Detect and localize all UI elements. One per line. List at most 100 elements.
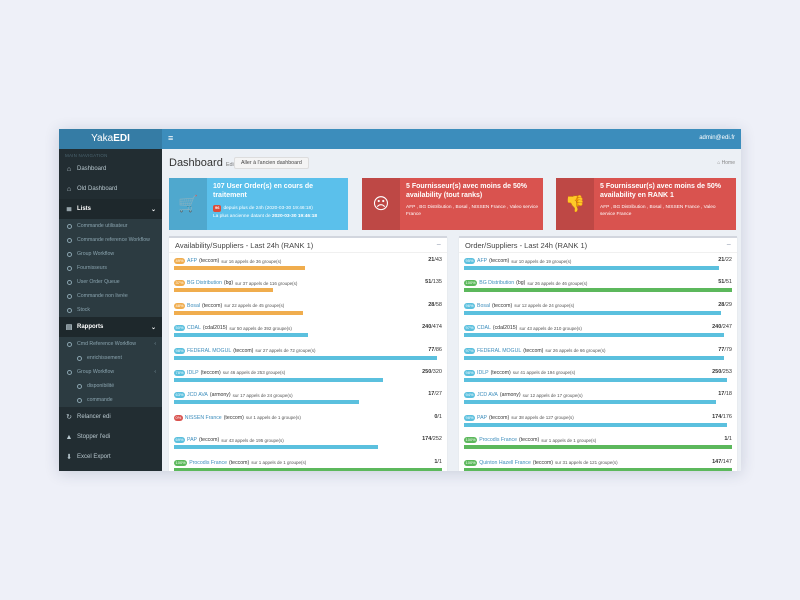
logo-text-light: Yaka [91, 133, 114, 144]
info-box-user-orders[interactable]: 🛒 107 User Order(s) en cours de traiteme… [169, 178, 348, 230]
home-icon: ⌂ [717, 160, 721, 166]
supplier-row: 0% NISSEN France (teccom) sur 1 appels de 1… [169, 410, 447, 432]
sidebar-subitem-label: Stock [77, 307, 90, 313]
sidebar-subitem[interactable]: enrichissement [59, 351, 162, 365]
percent-badge: 0% [174, 414, 183, 421]
supplier-name-link[interactable]: Bosal [477, 303, 490, 309]
old-dashboard-button[interactable]: Aller à l'ancien dashboard [234, 157, 309, 169]
info-box-suppliers: AFP , BG Distribution , Bosal , NISSEN F… [600, 205, 716, 217]
supplier-count: 77/86 [428, 347, 442, 353]
supplier-count: 77/79 [718, 347, 732, 353]
supplier-name-link[interactable]: Quinton Hazell France [479, 460, 531, 466]
breadcrumb[interactable]: ⌂ Home [717, 160, 735, 166]
progress-bar [174, 355, 437, 360]
supplier-row-text: 94% JCD AVA (armony) sur 12 appels de 17 gr… [464, 391, 732, 399]
info-box-line2: La plus ancienne datant de 2020-03-30 19… [213, 214, 344, 221]
supplier-name-link[interactable]: Procodis France [189, 460, 227, 466]
dashboard-icon: ⌂ [66, 185, 72, 193]
supplier-stat: sur 26 appels de 66 groupe(s) [545, 348, 606, 354]
supplier-count: 0/1 [434, 414, 442, 420]
info-box-availability-rank1[interactable]: 👎 5 Fournisseur(s) avec moins de 50% ava… [556, 178, 736, 230]
circle-icon [77, 355, 82, 361]
progress-track [464, 400, 732, 405]
count-done: 250 [422, 368, 432, 375]
user-menu[interactable]: admin@edi.fr [699, 135, 735, 141]
supplier-count: 250/253 [712, 369, 732, 375]
count-badge: 96 [213, 205, 222, 212]
chevron-down-icon: ‹ [154, 341, 156, 347]
sidebar-subitem[interactable]: Commande reference Workflow [59, 233, 162, 247]
supplier-count: 21/43 [428, 257, 442, 263]
sidebar-item-old-dashboard[interactable]: ⌂ Old Dashboard [59, 179, 162, 199]
count-total: /29 [724, 301, 732, 308]
supplier-row: 48% Bosal (teccom) sur 22 appels de 45 grou… [169, 298, 447, 320]
circle-icon [67, 341, 72, 347]
supplier-name-link[interactable]: IDLP [187, 370, 199, 376]
sidebar-item-stopper-l-edi[interactable]: ▲ Stopper l'edi [59, 427, 162, 447]
progress-track [174, 467, 442, 471]
sidebar-subitem[interactable]: User Order Queue [59, 275, 162, 289]
sidebar-subitem[interactable]: Commande non livrée [59, 289, 162, 303]
supplier-code: (armony) [209, 392, 231, 399]
sidebar-item-dashboard[interactable]: ⌂ Dashboard [59, 159, 162, 179]
panel-title: Order/Suppliers - Last 24h (RANK 1) [465, 241, 588, 250]
supplier-name-link[interactable]: CDAL [187, 325, 201, 331]
supplier-name-link[interactable]: FEDERAL MOGUL [477, 348, 521, 354]
sidebar-subitem[interactable]: disponibilité [59, 379, 162, 393]
order-panel: Order/Suppliers - Last 24h (RANK 1) − 95%… [459, 236, 737, 471]
hamburger-icon[interactable]: ≡ [168, 133, 173, 143]
sidebar-item-rapports[interactable]: ▤ Rapports ⌄ [59, 317, 162, 337]
supplier-name-link[interactable]: BG Distribution [187, 280, 222, 286]
supplier-name-link[interactable]: JCD AVA [187, 392, 208, 398]
supplier-stat: sur 26 appels de 46 groupe(s) [527, 280, 588, 286]
sidebar-subitem-label: User Order Queue [77, 279, 120, 285]
supplier-name-link[interactable]: PAP [477, 415, 487, 421]
supplier-name-link[interactable]: FEDERAL MOGUL [187, 348, 231, 354]
page-subtitle: Edi [225, 162, 234, 168]
circle-icon [67, 265, 72, 271]
percent-badge: 97% [464, 325, 476, 332]
count-total: /1 [727, 436, 732, 443]
sidebar-subitem[interactable]: Group Workflow [59, 247, 162, 261]
supplier-name-link[interactable]: AFP [477, 258, 487, 264]
progress-track [174, 423, 442, 427]
supplier-name-link[interactable]: IDLP [477, 370, 489, 376]
count-total: /86 [434, 346, 442, 353]
nav-header: MAIN NAVIGATION [65, 153, 108, 158]
count-total: /247 [721, 324, 732, 331]
top-navbar: ≡ admin@edi.fr [162, 129, 741, 149]
supplier-name-link[interactable]: NISSEN France [185, 415, 222, 421]
supplier-count: 147/147 [712, 459, 732, 465]
sidebar-subitem[interactable]: Commande utilisateur [59, 219, 162, 233]
supplier-name-link[interactable]: CDAL [477, 325, 491, 331]
supplier-name-link[interactable]: JCD AVA [477, 392, 498, 398]
supplier-row-text: 100% BG Distribution (bg) sur 26 appels de … [464, 279, 732, 287]
sidebar-subitem[interactable]: Cmd Reference Workflow ‹ [59, 337, 162, 351]
count-done: 240 [422, 324, 432, 331]
sidebar-subitem[interactable]: commande [59, 393, 162, 407]
supplier-row-text: 97% CDAL (cdal2015) sur 43 appels de 210 gr… [464, 324, 732, 332]
supplier-name-link[interactable]: Bosal [187, 303, 200, 309]
sidebar-item-lists[interactable]: ≣ Lists ⌄ [59, 199, 162, 219]
minimize-icon[interactable]: − [726, 240, 731, 249]
progress-track [174, 377, 442, 382]
sidebar-subitem[interactable]: Fournisseurs [59, 261, 162, 275]
supplier-count: 174/252 [422, 436, 442, 442]
supplier-code: (armony) [499, 392, 521, 399]
supplier-row-text: 48% Bosal (teccom) sur 22 appels de 45 grou… [174, 302, 442, 310]
sidebar-subitem[interactable]: Stock [59, 303, 162, 317]
refresh-icon: ↻ [66, 414, 72, 421]
sidebar-item-relancer-edi[interactable]: ↻ Relancer edi [59, 407, 162, 427]
supplier-stat: sur 41 appels de 194 groupe(s) [512, 370, 576, 376]
info-box-line1: 96 depuis plus de 24h (2020-03-30 19:46:1… [213, 205, 344, 213]
minimize-icon[interactable]: − [436, 240, 441, 249]
supplier-count: 240/247 [712, 324, 732, 330]
supplier-name-link[interactable]: Procodis France [479, 437, 517, 443]
supplier-name-link[interactable]: BG Distribution [479, 280, 514, 286]
supplier-name-link[interactable]: AFP [187, 258, 197, 264]
sidebar-subitem[interactable]: Group Workflow ‹ [59, 365, 162, 379]
logo[interactable]: YakaEDI [59, 129, 162, 149]
info-box-availability-all-ranks[interactable]: ☹ 5 Fournisseur(s) avec moins de 50% ava… [362, 178, 543, 230]
sidebar-item-excel-export[interactable]: ⬇ Excel Export [59, 447, 162, 467]
supplier-name-link[interactable]: PAP [187, 437, 197, 443]
